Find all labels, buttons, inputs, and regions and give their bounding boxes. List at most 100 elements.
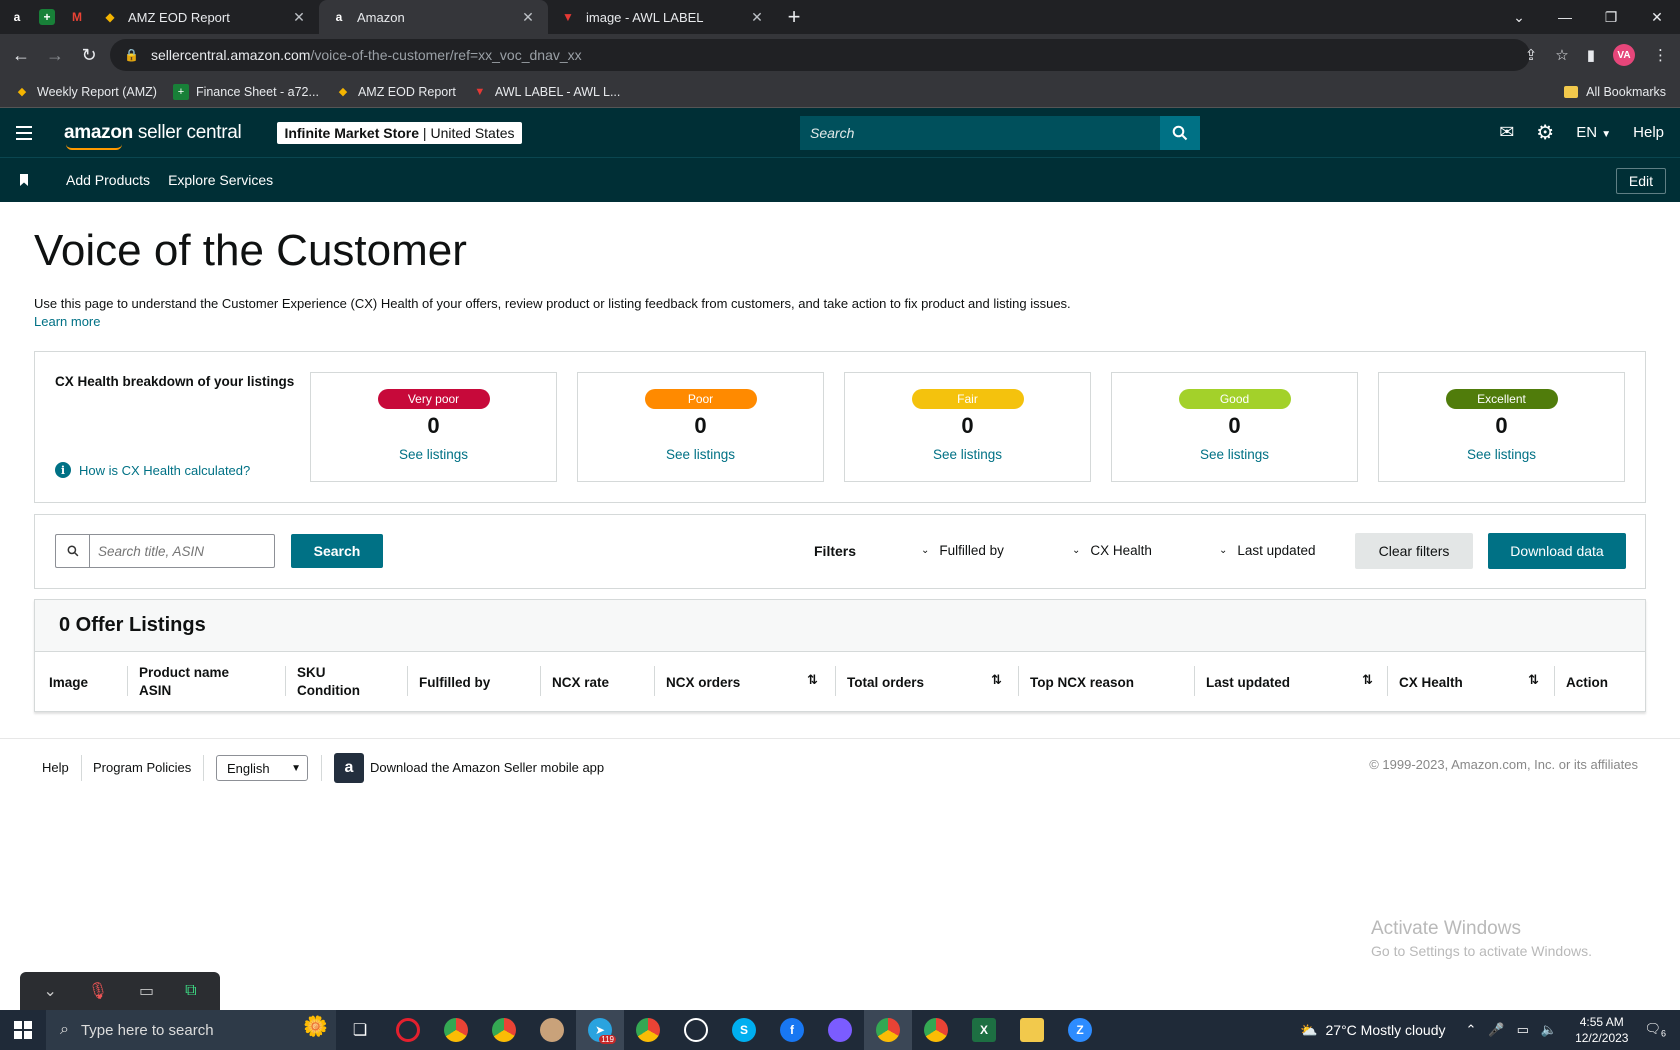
cx-health-how-link[interactable]: i How is CX Health calculated? bbox=[55, 462, 250, 478]
file-explorer-app[interactable] bbox=[1008, 1010, 1056, 1050]
bookmark-finance-sheet[interactable]: + Finance Sheet - a72... bbox=[172, 83, 319, 100]
download-app-link[interactable]: Download the Amazon Seller mobile app bbox=[370, 760, 604, 775]
share-icon[interactable]: ⇪ bbox=[1525, 46, 1538, 64]
paint-app[interactable] bbox=[528, 1010, 576, 1050]
side-panel-icon[interactable]: ▮ bbox=[1587, 46, 1595, 64]
microphone-icon[interactable]: 🎤 bbox=[1488, 1022, 1504, 1038]
minimize-button[interactable]: — bbox=[1542, 0, 1588, 34]
messenger-app[interactable] bbox=[816, 1010, 864, 1050]
start-button[interactable] bbox=[0, 1010, 46, 1050]
all-bookmarks[interactable]: All Bookmarks bbox=[1564, 76, 1666, 108]
gmail-icon: M bbox=[72, 10, 82, 24]
profile-avatar[interactable]: VA bbox=[1613, 44, 1635, 66]
filter-cx-health[interactable]: ⌄ CX Health bbox=[1072, 543, 1152, 558]
taskbar-search[interactable]: ⌕ Type here to search 🌼 bbox=[46, 1010, 336, 1050]
task-view-button[interactable]: ❏ bbox=[336, 1010, 384, 1050]
nav-add-products[interactable]: Add Products bbox=[66, 172, 150, 188]
see-listings-link[interactable]: See listings bbox=[845, 447, 1090, 462]
close-tab-icon[interactable]: ✕ bbox=[291, 9, 307, 26]
listing-search-button[interactable]: Search bbox=[291, 534, 383, 568]
amazon-seller-app-icon[interactable]: a bbox=[334, 753, 364, 783]
forward-button[interactable]: → bbox=[38, 38, 72, 72]
address-bar[interactable]: 🔒 sellercentral.amazon.com/voice-of-the-… bbox=[110, 39, 1530, 71]
clock-icon bbox=[684, 1018, 708, 1042]
col-total-orders[interactable]: Total orders bbox=[835, 652, 924, 712]
menu-kebab-icon[interactable]: ⋮ bbox=[1653, 46, 1668, 64]
chevron-up-icon[interactable]: ⌃ bbox=[1466, 1022, 1477, 1038]
tab-awl-label[interactable]: ▼ image - AWL LABEL ✕ bbox=[548, 0, 777, 34]
pinned-tab-sheets[interactable]: + bbox=[34, 0, 60, 34]
weather-widget[interactable]: ⛅ 27°C Mostly cloudy bbox=[1300, 1022, 1445, 1039]
sort-icon[interactable]: ⇅ bbox=[1528, 672, 1539, 688]
col-ncx-orders[interactable]: NCX orders bbox=[654, 652, 740, 712]
see-listings-link[interactable]: See listings bbox=[1379, 447, 1624, 462]
sort-icon[interactable]: ⇅ bbox=[991, 672, 1002, 688]
excel-app[interactable]: X bbox=[960, 1010, 1008, 1050]
close-window-button[interactable]: ✕ bbox=[1634, 0, 1680, 34]
bookmark-icon[interactable] bbox=[0, 174, 48, 186]
tab-amz-eod-report[interactable]: ◆ AMZ EOD Report ✕ bbox=[90, 0, 319, 34]
zoom-app[interactable]: Z bbox=[1056, 1010, 1104, 1050]
chrome-app-profile-1[interactable] bbox=[432, 1010, 480, 1050]
listing-search-input[interactable] bbox=[89, 534, 275, 568]
store-selector[interactable]: Infinite Market Store | United States bbox=[277, 121, 522, 144]
header-search-input[interactable] bbox=[800, 125, 1160, 141]
mic-muted-icon[interactable]: 🎙 bbox=[88, 981, 108, 1001]
chrome-app-profile-3[interactable] bbox=[624, 1010, 672, 1050]
tab-search-icon[interactable]: ⌄ bbox=[1496, 0, 1542, 34]
footer-language-select[interactable]: English ▼ bbox=[216, 755, 308, 781]
seller-central-header: amazon seller central Infinite Market St… bbox=[0, 108, 1680, 157]
col-last-updated[interactable]: Last updated bbox=[1194, 652, 1290, 712]
volume-icon[interactable]: 🔈 bbox=[1541, 1022, 1557, 1038]
learn-more-link[interactable]: Learn more bbox=[34, 314, 100, 329]
download-data-button[interactable]: Download data bbox=[1488, 533, 1626, 569]
notification-icon[interactable]: 🗨6 bbox=[1644, 1021, 1666, 1039]
chrome-app-profile-2[interactable] bbox=[480, 1010, 528, 1050]
skype-app[interactable]: S bbox=[720, 1010, 768, 1050]
hamburger-menu-icon[interactable] bbox=[0, 108, 48, 157]
header-help-link[interactable]: Help bbox=[1633, 124, 1664, 141]
mail-icon[interactable]: ✉ bbox=[1499, 122, 1514, 143]
restore-button[interactable]: ❐ bbox=[1588, 0, 1634, 34]
facebook-app[interactable]: f bbox=[768, 1010, 816, 1050]
sort-icon[interactable]: ⇅ bbox=[807, 672, 818, 688]
new-tab-button[interactable]: + bbox=[777, 0, 811, 34]
telegram-app[interactable]: ➤ 119 bbox=[576, 1010, 624, 1050]
clock-app[interactable] bbox=[672, 1010, 720, 1050]
back-button[interactable]: ← bbox=[4, 38, 38, 72]
pinned-tab-gmail[interactable]: M bbox=[64, 0, 90, 34]
see-listings-link[interactable]: See listings bbox=[1112, 447, 1357, 462]
bookmark-amz-eod[interactable]: ◆ AMZ EOD Report bbox=[335, 84, 456, 100]
see-listings-link[interactable]: See listings bbox=[311, 447, 556, 462]
see-listings-link[interactable]: See listings bbox=[578, 447, 823, 462]
bookmark-star-icon[interactable]: ☆ bbox=[1555, 46, 1568, 64]
filter-last-updated[interactable]: ⌄ Last updated bbox=[1219, 543, 1315, 558]
seller-central-logo[interactable]: amazon seller central bbox=[64, 122, 242, 150]
chrome-app-active[interactable] bbox=[864, 1010, 912, 1050]
chrome-app-profile-4[interactable] bbox=[912, 1010, 960, 1050]
close-tab-icon[interactable]: ✕ bbox=[520, 9, 536, 26]
open-external-icon[interactable]: ⧉ bbox=[185, 982, 196, 1000]
nav-edit-button[interactable]: Edit bbox=[1615, 168, 1666, 194]
nav-explore-services[interactable]: Explore Services bbox=[168, 172, 273, 188]
filter-fulfilled-by[interactable]: ⌄ Fulfilled by bbox=[921, 543, 1004, 558]
network-icon[interactable]: ▭ bbox=[1517, 1022, 1529, 1038]
chevron-down-icon[interactable]: ⌄ bbox=[43, 981, 56, 1001]
pinned-tab-amazon[interactable]: a bbox=[4, 0, 30, 34]
gear-icon[interactable]: ⚙ bbox=[1536, 120, 1554, 145]
opera-app[interactable] bbox=[384, 1010, 432, 1050]
close-tab-icon[interactable]: ✕ bbox=[749, 9, 765, 26]
camera-icon[interactable]: ▭ bbox=[139, 981, 154, 1001]
system-clock[interactable]: 4:55 AM 12/2/2023 bbox=[1575, 1014, 1628, 1046]
language-selector[interactable]: EN ▼ bbox=[1576, 124, 1611, 141]
sort-icon[interactable]: ⇅ bbox=[1362, 672, 1373, 688]
header-search-button[interactable] bbox=[1160, 116, 1200, 150]
footer-help-link[interactable]: Help bbox=[42, 760, 69, 775]
bookmark-awl-label[interactable]: ▼ AWL LABEL - AWL L... bbox=[472, 84, 620, 100]
footer-program-policies-link[interactable]: Program Policies bbox=[93, 760, 191, 775]
bookmark-weekly-report[interactable]: ◆ Weekly Report (AMZ) bbox=[14, 84, 157, 100]
clear-filters-button[interactable]: Clear filters bbox=[1355, 533, 1473, 569]
tab-amazon[interactable]: a Amazon ✕ bbox=[319, 0, 548, 34]
reload-button[interactable]: ↻ bbox=[72, 38, 106, 72]
col-cx-health[interactable]: CX Health bbox=[1387, 652, 1463, 712]
